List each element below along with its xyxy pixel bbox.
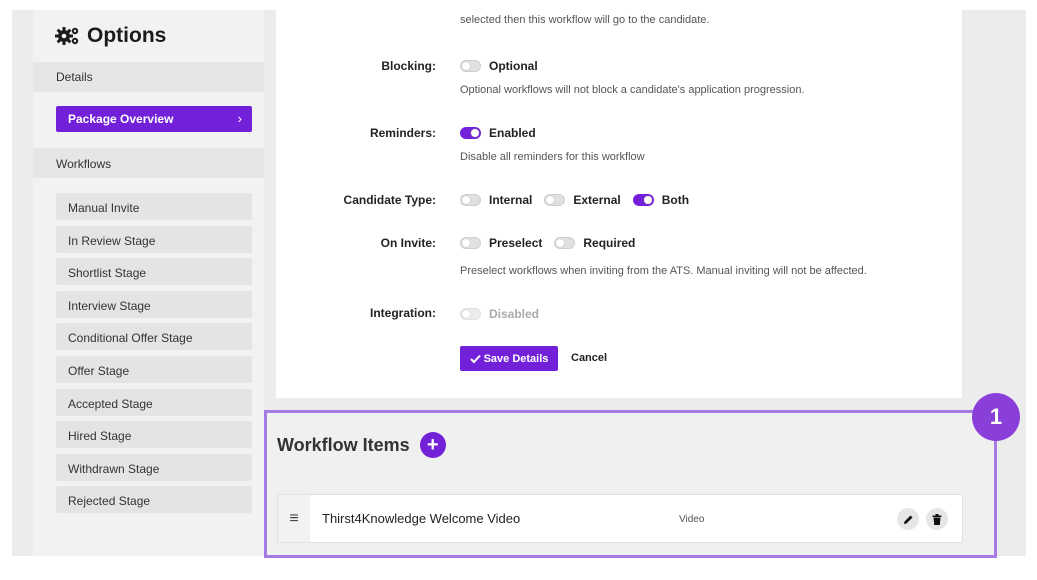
- preselect-toggle[interactable]: [460, 237, 481, 249]
- blocking-label: Blocking:: [381, 59, 436, 73]
- preselect-label: Preselect: [489, 236, 543, 250]
- edit-item-button[interactable]: [897, 508, 919, 530]
- workflow-item-name: Thirst4Knowledge Welcome Video: [322, 511, 521, 526]
- candidate-type-options: Internal External Both: [460, 193, 689, 207]
- sidebar-item-manual-invite[interactable]: Manual Invite: [56, 193, 252, 220]
- workflow-item-type: Video: [679, 514, 705, 525]
- workflow-items-panel: Workflow Items + ≡ Thirst4Knowledge Welc…: [264, 410, 997, 558]
- sidebar-item-conditional-offer-stage[interactable]: Conditional Offer Stage: [56, 323, 252, 351]
- reminders-label: Reminders:: [369, 126, 436, 140]
- delete-item-button[interactable]: [926, 508, 948, 530]
- on-invite-options: Preselect Required: [460, 236, 635, 250]
- add-workflow-item-button[interactable]: +: [419, 432, 446, 458]
- candidate-type-label: Candidate Type:: [343, 193, 436, 207]
- blocking-optional-toggle[interactable]: [460, 60, 481, 72]
- required-label: Required: [583, 236, 636, 250]
- plus-icon: +: [426, 434, 439, 456]
- blocking-helper: Optional workflows will not block a cand…: [460, 84, 805, 96]
- candidate-internal-toggle[interactable]: [460, 194, 481, 206]
- chevron-right-icon: ›: [237, 111, 242, 126]
- sidebar-item-shortlist-stage[interactable]: Shortlist Stage: [56, 258, 252, 286]
- annotation-badge: 1: [972, 393, 1020, 441]
- stage-list: Manual Invite In Review Stage Shortlist …: [56, 193, 252, 519]
- reminders-helper: Disable all reminders for this workflow: [460, 151, 645, 163]
- workflow-item-row[interactable]: ≡ Thirst4Knowledge Welcome Video Video: [277, 494, 963, 543]
- workflow-items-title: Workflow Items: [277, 434, 410, 455]
- cut-off-text-line: [460, 2, 920, 12]
- workflow-items-header: Workflow Items +: [277, 432, 446, 458]
- reminders-enabled-toggle[interactable]: [460, 127, 481, 139]
- sidebar-item-offer-stage[interactable]: Offer Stage: [56, 355, 252, 383]
- candidate-internal-label: Internal: [489, 193, 533, 207]
- sidebar-item-interview-stage[interactable]: Interview Stage: [56, 290, 252, 318]
- candidate-both-label: Both: [661, 193, 690, 207]
- drag-handle-icon[interactable]: ≡: [278, 495, 310, 542]
- sidebar-item-withdrawn-stage[interactable]: Withdrawn Stage: [56, 453, 252, 481]
- check-icon: [469, 354, 481, 363]
- integration-disabled-toggle: [460, 308, 481, 320]
- users-helper-text: selected then this workflow will go to t…: [460, 2, 920, 28]
- save-details-button[interactable]: Save Details: [460, 346, 558, 371]
- pencil-icon: [903, 515, 912, 524]
- sidebar-item-accepted-stage[interactable]: Accepted Stage: [56, 388, 252, 416]
- sidebar-title-text: Options: [87, 24, 167, 47]
- candidate-both-toggle[interactable]: [632, 194, 654, 206]
- sidebar-item-rejected-stage[interactable]: Rejected Stage: [56, 486, 252, 514]
- integration-label: Integration:: [370, 306, 436, 320]
- reminders-toggle-group: Enabled: [460, 126, 536, 140]
- candidate-external-label: External: [573, 193, 621, 207]
- blocking-optional-label: Optional: [489, 59, 538, 73]
- sidebar-item-in-review-stage[interactable]: In Review Stage: [56, 225, 252, 253]
- required-toggle[interactable]: [554, 237, 576, 249]
- on-invite-helper: Preselect workflows when inviting from t…: [460, 265, 867, 277]
- trash-icon: [932, 513, 942, 525]
- sidebar-section-workflows: Workflows: [33, 148, 264, 178]
- cancel-button[interactable]: Cancel: [571, 352, 607, 364]
- on-invite-label: On Invite:: [380, 236, 436, 250]
- gears-icon: [55, 27, 79, 45]
- sidebar: Options Details Package Overview › Workf…: [33, 10, 264, 556]
- sidebar-section-details: Details: [33, 62, 264, 92]
- package-overview-label: Package Overview: [68, 112, 174, 126]
- integration-toggle-group: Disabled: [460, 307, 539, 321]
- reminders-enabled-label: Enabled: [489, 126, 536, 140]
- users-helper-line: selected then this workflow will go to t…: [460, 14, 710, 26]
- save-details-label: Save Details: [483, 352, 549, 365]
- blocking-optional-toggle-group: Optional: [460, 59, 538, 73]
- sidebar-title: Options: [55, 24, 166, 48]
- integration-disabled-label: Disabled: [489, 307, 540, 321]
- candidate-external-toggle[interactable]: [544, 194, 566, 206]
- package-overview-button[interactable]: Package Overview ›: [56, 106, 252, 132]
- sidebar-item-hired-stage[interactable]: Hired Stage: [56, 421, 252, 449]
